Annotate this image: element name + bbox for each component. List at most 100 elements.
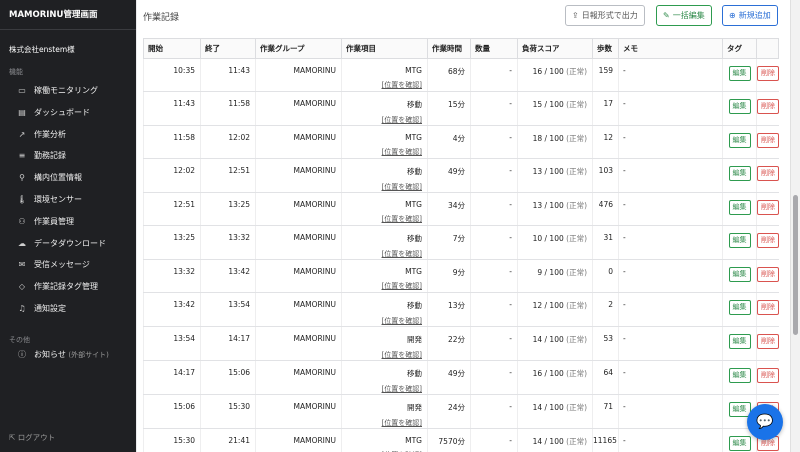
table-row[interactable]: 11:43 11:58 MAMORINU 移動 [位置を確認] 15分 -15 / 100 … — [143, 91, 779, 126]
location-link[interactable]: [位置を確認] — [342, 80, 422, 90]
location-link[interactable]: [位置を確認] — [342, 147, 422, 157]
table-row[interactable]: 13:25 13:32 MAMORINU 移動 [位置を確認] 7分 -10 / 100 (… — [143, 225, 779, 260]
scrollbar-thumb[interactable] — [793, 195, 798, 335]
table-row[interactable]: 13:42 13:54 MAMORINU 移動 [位置を確認] 13分 -12 / 100 … — [143, 292, 779, 327]
delete-button[interactable]: 削除 — [757, 300, 779, 315]
tag-icon: ◇ — [18, 282, 26, 292]
table-row[interactable]: 11:58 12:02 MAMORINU MTG [位置を確認] 4分 -18 / 100 … — [143, 125, 779, 159]
main-content: 作業記録 ⇪ 日報形式で出力 ✎ 一括編集 ⊕ 新規追加 開始 終了 作業グループ 作… — [137, 0, 790, 452]
add-new-label: 新規追加 — [738, 11, 771, 20]
col-start[interactable]: 開始 — [143, 38, 201, 59]
sidebar-item[interactable]: ⚲ 構内位置情報 — [0, 167, 136, 189]
location-link[interactable]: [位置を確認] — [342, 214, 422, 224]
delete-button[interactable]: 削除 — [757, 200, 779, 215]
score-value: 14 / 100 — [532, 437, 564, 446]
person-pin-icon: ⚲ — [19, 173, 25, 183]
cell-end: 13:54 — [200, 292, 256, 327]
location-link[interactable]: [位置を確認] — [342, 316, 422, 326]
delete-button[interactable]: 削除 — [757, 368, 779, 383]
sidebar-item[interactable]: ✉ 受信メッセージ — [0, 254, 136, 276]
edit-button[interactable]: 編集 — [728, 436, 751, 451]
location-link[interactable]: [位置を確認] — [342, 418, 422, 428]
cell-group: MAMORINU — [255, 292, 342, 327]
table-row[interactable]: 15:06 15:30 MAMORINU 開発 [位置を確認] 24分 -14 / 100 … — [143, 394, 779, 429]
group-icon: ⚇ — [18, 216, 26, 226]
cell-quantity: - — [470, 394, 518, 429]
location-link[interactable]: [位置を確認] — [342, 350, 422, 360]
sidebar-item[interactable]: ♫ 通知設定 — [0, 298, 136, 320]
cell-steps: 0 — [592, 259, 619, 293]
col-duration[interactable]: 作業時間 — [427, 38, 471, 59]
col-end[interactable]: 終了 — [200, 38, 256, 59]
delete-button[interactable]: 削除 — [757, 267, 779, 282]
cell-steps: 11165 — [592, 428, 619, 452]
edit-button[interactable]: 編集 — [728, 300, 751, 315]
sidebar-item[interactable]: ↗ 作業分析 — [0, 124, 136, 146]
edit-button[interactable]: 編集 — [728, 233, 751, 248]
table-row[interactable]: 15:3021:41MAMORINUMTG[位置を確認]7570分-14 / 1… — [143, 428, 779, 452]
sidebar-item[interactable]: ☁ データダウンロード — [0, 233, 136, 255]
delete-button[interactable]: 削除 — [757, 233, 779, 248]
table-row[interactable]: 13:54 14:17 MAMORINU 開発 [位置を確認] 22分 -14 / 100 … — [143, 326, 779, 361]
col-quantity[interactable]: 数量 — [470, 38, 518, 59]
sidebar-item[interactable]: ▭ 稼働モニタリング — [0, 80, 136, 102]
edit-button[interactable]: 編集 — [728, 66, 751, 81]
delete-button[interactable]: 削除 — [757, 99, 779, 114]
table-row[interactable]: 10:35 11:43 MAMORINU MTG [位置を確認] 68分 -16 / 100… — [143, 58, 779, 92]
score-value: 18 / 100 — [532, 134, 564, 143]
cell-quantity: - — [470, 192, 518, 226]
edit-button[interactable]: 編集 — [728, 133, 751, 148]
col-load-score[interactable]: 負荷スコア — [517, 38, 593, 59]
delete-button[interactable]: 削除 — [757, 66, 779, 81]
cell-quantity: - — [470, 91, 518, 126]
col-group[interactable]: 作業グループ — [255, 38, 342, 59]
col-steps[interactable]: 歩数 — [592, 38, 619, 59]
bulk-edit-button[interactable]: ✎ 一括編集 — [656, 5, 712, 26]
table-row[interactable]: 12:02 12:51 MAMORINU 移動 [位置を確認] 49分 -13 / 100 … — [143, 158, 779, 193]
chat-icon[interactable]: 💬 — [747, 404, 783, 440]
cell-item: MTG [位置を確認] — [341, 192, 428, 226]
location-link[interactable]: [位置を確認] — [342, 281, 422, 291]
table-row[interactable]: 12:51 13:25 MAMORINU MTG [位置を確認] 34分 -13 / 100… — [143, 192, 779, 226]
export-daily-report-button[interactable]: ⇪ 日報形式で出力 — [565, 5, 645, 26]
scrollbar[interactable] — [790, 0, 800, 452]
cell-end: 13:25 — [200, 192, 256, 226]
edit-button[interactable]: 編集 — [728, 99, 751, 114]
score-status: (正常) — [566, 234, 587, 243]
cell-end: 14:17 — [200, 326, 256, 361]
cell-edit: 編集 — [722, 192, 757, 226]
sidebar: MAMORINU管理画面 株式会社enstem様 機能 ▭ 稼働モニタリング ▤ ダッ… — [0, 0, 136, 452]
location-link[interactable]: [位置を確認] — [342, 384, 422, 394]
edit-button[interactable]: 編集 — [728, 334, 751, 349]
score-value: 13 / 100 — [532, 167, 564, 176]
edit-button[interactable]: 編集 — [728, 166, 751, 181]
add-new-button[interactable]: ⊕ 新規追加 — [722, 5, 778, 26]
logout-link[interactable]: ⇱ ログアウト — [9, 432, 55, 443]
cell-start: 15:06 — [143, 394, 201, 429]
cell-load-score: 13 / 100 (正常) — [517, 192, 593, 226]
col-item[interactable]: 作業項目 — [341, 38, 428, 59]
cell-memo: - — [618, 394, 723, 429]
sidebar-item[interactable]: ◇ 作業記録タグ管理 — [0, 276, 136, 298]
edit-button[interactable]: 編集 — [728, 267, 751, 282]
sidebar-item[interactable]: ≡ 勤務記録 — [0, 145, 136, 167]
delete-button[interactable]: 削除 — [757, 166, 779, 181]
sidebar-item[interactable]: ⚇ 作業員管理 — [0, 211, 136, 233]
col-memo[interactable]: メモ — [618, 38, 723, 59]
sidebar-item[interactable]: 🌡 環境センサー — [0, 189, 136, 211]
edit-button[interactable]: 編集 — [728, 200, 751, 215]
sidebar-item-news[interactable]: ⓘ お知らせ (外部サイト) — [0, 344, 136, 366]
location-link[interactable]: [位置を確認] — [342, 249, 422, 259]
delete-button[interactable]: 削除 — [757, 133, 779, 148]
location-link[interactable]: [位置を確認] — [342, 182, 422, 192]
sidebar-item[interactable]: ▤ ダッシュボード — [0, 102, 136, 124]
cell-start: 13:54 — [143, 326, 201, 361]
location-link[interactable]: [位置を確認] — [342, 115, 422, 125]
delete-button[interactable]: 削除 — [757, 334, 779, 349]
cell-quantity: - — [470, 259, 518, 293]
table-row[interactable]: 13:32 13:42 MAMORINU MTG [位置を確認] 9分 -9 / 100 (… — [143, 259, 779, 293]
table-row[interactable]: 14:17 15:06 MAMORINU 移動 [位置を確認] 49分 -16 / 100 … — [143, 360, 779, 395]
plus-circle-icon: ⊕ — [729, 11, 736, 20]
score-status: (正常) — [566, 403, 587, 412]
edit-button[interactable]: 編集 — [728, 368, 751, 383]
